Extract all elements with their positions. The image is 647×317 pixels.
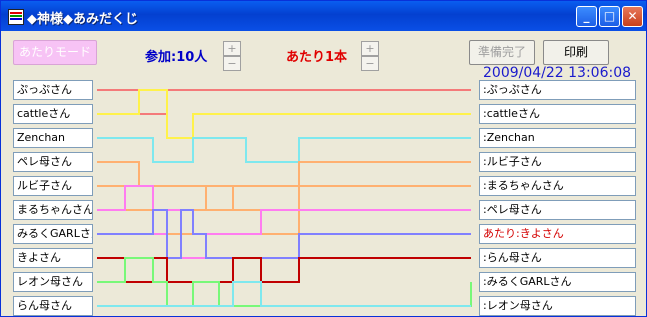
participant-name-field[interactable]: ぷっぷさん xyxy=(13,80,93,100)
ladder-path xyxy=(97,137,471,163)
result-field: :ぷっぷさん xyxy=(479,80,636,100)
result-field: :ペレ母さん xyxy=(479,200,636,220)
result-field: :ルビ子さん xyxy=(479,152,636,172)
result-field: :レオン母さん xyxy=(479,296,636,316)
participant-name-field[interactable]: まるちゃんさん xyxy=(13,200,93,220)
participant-name-field[interactable]: みるくGARLさん xyxy=(13,224,93,244)
app-window: ◆神様◆あみだくじ _ □ ✕ あたりモード 参加:10人 + − あたり1本 … xyxy=(0,0,647,317)
ladder-path xyxy=(97,89,471,115)
participant-name-field[interactable]: Zenchan xyxy=(13,128,93,148)
participant-name-field[interactable]: ルビ子さん xyxy=(13,176,93,196)
result-field: :らん母さん xyxy=(479,248,636,268)
result-field: :みるくGARLさん xyxy=(479,272,636,292)
participant-name-field[interactable]: レオン母さん xyxy=(13,272,93,292)
winner-result-field: あたり:きよさん xyxy=(479,224,636,244)
participant-name-field[interactable]: らん母さん xyxy=(13,296,93,316)
result-field: :cattleさん xyxy=(479,104,636,124)
participant-name-field[interactable]: ペレ母さん xyxy=(13,152,93,172)
ladder-path xyxy=(97,281,471,307)
result-field: :まるちゃんさん xyxy=(479,176,636,196)
result-field: :Zenchan xyxy=(479,128,636,148)
participant-name-field[interactable]: cattleさん xyxy=(13,104,93,124)
participant-name-field[interactable]: きよさん xyxy=(13,248,93,268)
